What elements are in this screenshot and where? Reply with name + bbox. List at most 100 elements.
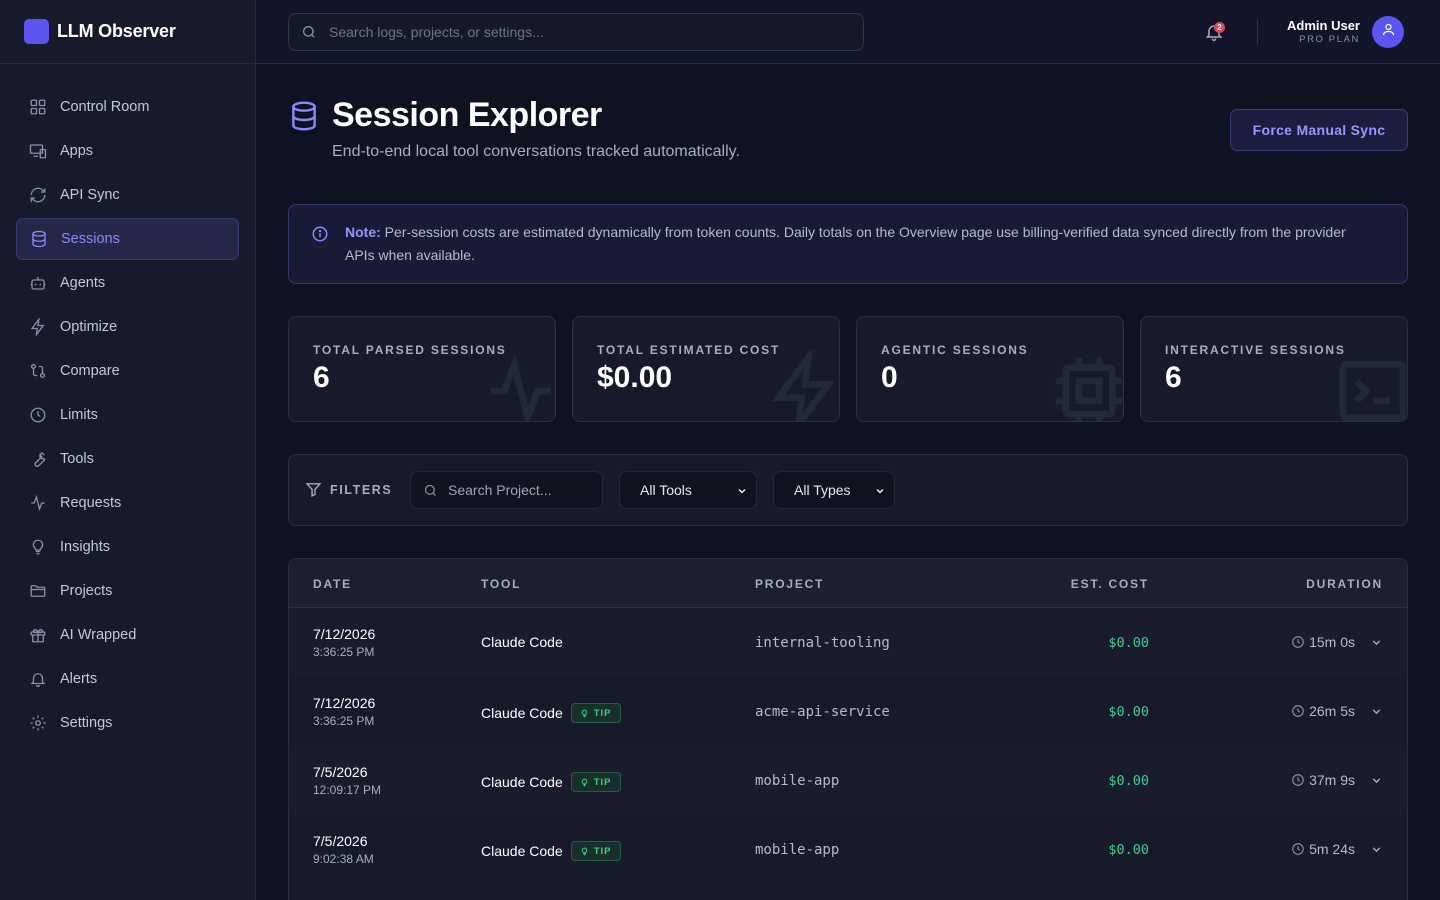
column-header-tool[interactable]: TOOL xyxy=(481,577,521,591)
compare-icon xyxy=(28,361,48,381)
column-header-duration[interactable]: DURATION xyxy=(1306,577,1383,591)
table-body: 7/12/2026 3:36:25 PM Claude Code interna… xyxy=(289,608,1407,884)
user-plan: PRO PLAN xyxy=(1299,34,1360,45)
stat-label: AGENTIC SESSIONS xyxy=(881,343,1029,357)
notification-count-badge: 2 xyxy=(1214,22,1225,33)
column-header-est-cost[interactable]: EST. COST xyxy=(1071,577,1149,591)
note-body: Per-session costs are estimated dynamica… xyxy=(345,224,1346,263)
brand[interactable]: LLM Observer xyxy=(0,0,255,64)
sidebar-item-ai-wrapped[interactable]: AI Wrapped xyxy=(16,614,239,656)
session-tool: Claude Code TIP xyxy=(481,703,621,723)
sidebar-item-optimize[interactable]: Optimize xyxy=(16,306,239,348)
gift-icon xyxy=(28,625,48,645)
stat-value: 0 xyxy=(881,361,898,394)
topbar-divider xyxy=(1257,20,1258,44)
tip-label: TIP xyxy=(593,776,612,788)
session-time: 12:09:17 PM xyxy=(313,783,382,797)
session-date: 7/5/2026 xyxy=(313,833,368,849)
database-icon xyxy=(29,229,49,249)
column-header-date[interactable]: DATE xyxy=(313,577,352,591)
sidebar-item-insights[interactable]: Insights xyxy=(16,526,239,568)
expand-row-chevron-icon[interactable] xyxy=(1370,843,1383,856)
project-search-input[interactable] xyxy=(448,482,588,498)
session-date: 7/12/2026 xyxy=(313,626,376,642)
clock-icon xyxy=(1291,773,1305,787)
expand-row-chevron-icon[interactable] xyxy=(1370,705,1383,718)
table-row[interactable]: 7/5/2026 9:02:38 AM Claude Code TIP mobi… xyxy=(289,815,1407,884)
chevron-down-icon xyxy=(736,484,748,496)
tool-name: Claude Code xyxy=(481,634,563,650)
expand-row-chevron-icon[interactable] xyxy=(1370,774,1383,787)
bell-icon xyxy=(28,669,48,689)
sidebar-item-tools[interactable]: Tools xyxy=(16,438,239,480)
sidebar-item-apps[interactable]: Apps xyxy=(16,130,239,172)
stat-card-estimated-cost: TOTAL ESTIMATED COST $0.00 xyxy=(572,316,840,422)
devices-icon xyxy=(28,141,48,161)
activity-icon xyxy=(28,493,48,513)
session-project: acme-api-service xyxy=(755,704,890,720)
sidebar-item-agents[interactable]: Agents xyxy=(16,262,239,304)
stat-card-agentic-sessions: AGENTIC SESSIONS 0 xyxy=(856,316,1124,422)
stat-label: TOTAL PARSED SESSIONS xyxy=(313,343,507,357)
session-time: 9:02:38 AM xyxy=(313,852,374,866)
project-search[interactable] xyxy=(410,471,603,509)
avatar[interactable] xyxy=(1372,16,1404,48)
filters-bar: FILTERS All Tools All Types xyxy=(288,454,1408,526)
tool-filter-select[interactable]: All Tools xyxy=(619,471,757,509)
sidebar-item-requests[interactable]: Requests xyxy=(16,482,239,524)
table-row[interactable]: 7/12/2026 3:36:25 PM Claude Code interna… xyxy=(289,608,1407,677)
stats-row: TOTAL PARSED SESSIONS 6 TOTAL ESTIMATED … xyxy=(288,316,1408,422)
activity-icon xyxy=(481,351,555,421)
tip-badge[interactable]: TIP xyxy=(570,841,621,861)
search-icon xyxy=(301,24,317,40)
sidebar-item-compare[interactable]: Compare xyxy=(16,350,239,392)
sidebar-item-label: Compare xyxy=(60,363,120,379)
global-search[interactable] xyxy=(288,13,864,51)
sidebar-item-settings[interactable]: Settings xyxy=(16,702,239,744)
note-text: Note: Per-session costs are estimated dy… xyxy=(345,221,1351,267)
force-sync-button[interactable]: Force Manual Sync xyxy=(1230,109,1408,151)
sidebar-item-label: Apps xyxy=(60,143,94,159)
note-banner: Note: Per-session costs are estimated dy… xyxy=(288,204,1408,284)
type-filter-value: All Types xyxy=(794,482,851,498)
wrench-icon xyxy=(28,449,48,469)
session-tool: Claude Code xyxy=(481,634,563,650)
column-header-project[interactable]: PROJECT xyxy=(755,577,824,591)
note-label: Note: xyxy=(345,224,381,240)
session-cost: $0.00 xyxy=(1108,773,1149,789)
session-project: mobile-app xyxy=(755,773,840,789)
page-subtitle: End-to-end local tool conversations trac… xyxy=(332,143,740,160)
clock-icon xyxy=(1291,635,1305,649)
type-filter-select[interactable]: All Types xyxy=(773,471,895,509)
table-row[interactable]: 7/5/2026 12:09:17 PM Claude Code TIP mob… xyxy=(289,746,1407,815)
sidebar-item-control-room[interactable]: Control Room xyxy=(16,86,239,128)
gear-icon xyxy=(28,713,48,733)
lightning-icon xyxy=(28,317,48,337)
tip-badge[interactable]: TIP xyxy=(570,772,621,792)
filter-icon xyxy=(305,481,322,498)
stat-card-parsed-sessions: TOTAL PARSED SESSIONS 6 xyxy=(288,316,556,422)
duration-value: 15m 0s xyxy=(1309,634,1355,650)
sidebar-item-sessions[interactable]: Sessions xyxy=(16,218,239,260)
sidebar-item-limits[interactable]: Limits xyxy=(16,394,239,436)
tool-name: Claude Code xyxy=(481,774,563,790)
lightbulb-icon xyxy=(28,537,48,557)
table-row[interactable]: 7/12/2026 3:36:25 PM Claude Code TIP acm… xyxy=(289,677,1407,746)
session-tool: Claude Code TIP xyxy=(481,841,621,861)
sidebar-item-api-sync[interactable]: API Sync xyxy=(16,174,239,216)
sidebar-item-label: Insights xyxy=(60,539,110,555)
search-icon xyxy=(423,483,438,498)
sidebar-item-projects[interactable]: Projects xyxy=(16,570,239,612)
expand-row-chevron-icon[interactable] xyxy=(1370,636,1383,649)
clock-icon xyxy=(28,405,48,425)
global-search-input[interactable] xyxy=(329,24,829,40)
tip-badge[interactable]: TIP xyxy=(570,703,621,723)
bot-icon xyxy=(28,273,48,293)
user-name: Admin User xyxy=(1287,18,1360,33)
clock-icon xyxy=(1291,704,1305,718)
sidebar: LLM Observer Control Room Apps API Sync … xyxy=(0,0,256,900)
sidebar-item-label: Sessions xyxy=(61,231,120,247)
sidebar-item-alerts[interactable]: Alerts xyxy=(16,658,239,700)
duration-value: 37m 9s xyxy=(1309,772,1355,788)
lightbulb-icon xyxy=(580,778,589,787)
